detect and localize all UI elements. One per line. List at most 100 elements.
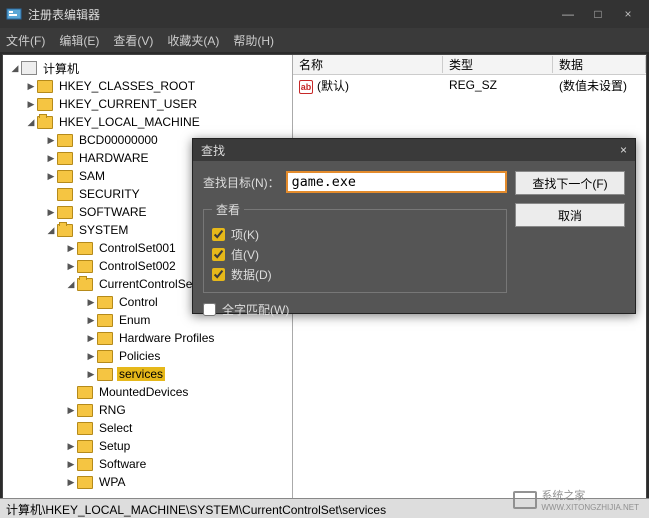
chk-keys-label: 项(K) <box>231 226 259 243</box>
dialog-titlebar[interactable]: 查找 × <box>193 139 635 161</box>
expand-icon[interactable]: ▶ <box>45 135 57 146</box>
tree-control[interactable]: Control <box>117 295 160 309</box>
find-next-button[interactable]: 查找下一个(F) <box>515 171 625 195</box>
collapse-icon[interactable]: ◢ <box>45 225 57 236</box>
folder-icon <box>97 314 113 327</box>
folder-icon <box>97 332 113 345</box>
maximize-button[interactable]: □ <box>583 7 613 21</box>
expand-icon[interactable]: ▶ <box>65 441 77 452</box>
chk-values-label: 值(V) <box>231 246 259 263</box>
tree-hwp[interactable]: Hardware Profiles <box>117 331 216 345</box>
value-data: (数值未设置) <box>553 77 646 94</box>
expand-icon[interactable]: ▶ <box>25 99 37 110</box>
expand-icon[interactable]: ▶ <box>85 369 97 380</box>
look-at-legend: 查看 <box>212 201 244 218</box>
menu-bar: 文件(F) 编辑(E) 查看(V) 收藏夹(A) 帮助(H) <box>0 28 649 52</box>
folder-icon <box>57 206 73 219</box>
col-data[interactable]: 数据 <box>553 56 646 73</box>
chk-data[interactable] <box>212 268 225 281</box>
tree-hkcu[interactable]: HKEY_CURRENT_USER <box>57 97 199 111</box>
tree-hkcr[interactable]: HKEY_CLASSES_ROOT <box>57 79 197 93</box>
chk-values[interactable] <box>212 248 225 261</box>
expand-icon[interactable]: ▶ <box>45 171 57 182</box>
expand-icon[interactable]: ▶ <box>45 153 57 164</box>
tree-cs2[interactable]: ControlSet002 <box>97 259 178 273</box>
minimize-button[interactable]: — <box>553 7 583 21</box>
tree-rng[interactable]: RNG <box>97 403 128 417</box>
expand-icon[interactable]: ▶ <box>65 459 77 470</box>
menu-help[interactable]: 帮助(H) <box>233 32 274 49</box>
expand-icon[interactable]: ▶ <box>25 81 37 92</box>
tree-ccs[interactable]: CurrentControlSet <box>97 277 198 291</box>
window-titlebar: 注册表编辑器 — □ × <box>0 0 649 28</box>
collapse-icon[interactable]: ◢ <box>65 279 77 290</box>
list-row[interactable]: ab (默认) REG_SZ (数值未设置) <box>293 75 646 95</box>
tree-bcd[interactable]: BCD00000000 <box>77 133 160 147</box>
collapse-icon[interactable]: ◢ <box>25 117 37 128</box>
value-name: (默认) <box>317 79 349 93</box>
watermark-logo-icon <box>513 491 537 509</box>
cancel-button[interactable]: 取消 <box>515 203 625 227</box>
folder-icon <box>97 368 113 381</box>
col-name[interactable]: 名称 <box>293 56 443 73</box>
folder-icon <box>77 386 93 399</box>
expand-icon[interactable]: ▶ <box>85 315 97 326</box>
tree-setup[interactable]: Setup <box>97 439 132 453</box>
chk-data-label: 数据(D) <box>231 266 272 283</box>
string-icon: ab <box>299 80 313 94</box>
chk-whole[interactable] <box>203 303 216 316</box>
tree-system[interactable]: SYSTEM <box>77 223 130 237</box>
menu-file[interactable]: 文件(F) <box>6 32 45 49</box>
menu-favorites[interactable]: 收藏夹(A) <box>167 32 219 49</box>
find-target-label: 查找目标(N)： <box>203 174 280 191</box>
folder-icon <box>77 476 93 489</box>
folder-icon <box>97 296 113 309</box>
col-type[interactable]: 类型 <box>443 56 553 73</box>
expand-icon[interactable]: ▶ <box>45 207 57 218</box>
expand-icon[interactable]: ▶ <box>65 405 77 416</box>
expand-icon[interactable]: ◢ <box>9 63 21 74</box>
expand-icon[interactable]: ▶ <box>85 297 97 308</box>
tree-mounted[interactable]: MountedDevices <box>97 385 190 399</box>
tree-software[interactable]: SOFTWARE <box>77 205 149 219</box>
folder-icon <box>37 80 53 93</box>
tree-root[interactable]: 计算机 <box>41 60 81 77</box>
expand-icon[interactable]: ▶ <box>65 477 77 488</box>
find-target-input[interactable] <box>286 171 507 193</box>
tree-hklm[interactable]: HKEY_LOCAL_MACHINE <box>57 115 202 129</box>
tree-select[interactable]: Select <box>97 421 134 435</box>
folder-icon <box>77 404 93 417</box>
computer-icon <box>21 61 37 75</box>
tree-policies[interactable]: Policies <box>117 349 162 363</box>
tree-sam[interactable]: SAM <box>77 169 107 183</box>
menu-edit[interactable]: 编辑(E) <box>59 32 99 49</box>
expand-icon[interactable]: ▶ <box>65 261 77 272</box>
folder-icon <box>77 422 93 435</box>
folder-open-icon <box>57 224 73 237</box>
expand-icon[interactable]: ▶ <box>85 351 97 362</box>
expand-icon[interactable]: ▶ <box>85 333 97 344</box>
folder-icon <box>57 188 73 201</box>
watermark: 系统之家 WWW.XITONGZHIJIA.NET <box>513 487 639 512</box>
tree-cs1[interactable]: ControlSet001 <box>97 241 178 255</box>
tree-services[interactable]: services <box>117 367 165 381</box>
value-type: REG_SZ <box>443 78 553 92</box>
folder-icon <box>77 440 93 453</box>
menu-view[interactable]: 查看(V) <box>113 32 153 49</box>
dialog-close-icon[interactable]: × <box>620 143 627 157</box>
tree-wpa[interactable]: WPA <box>97 475 127 489</box>
window-title: 注册表编辑器 <box>28 6 553 23</box>
folder-icon <box>37 98 53 111</box>
tree-enum[interactable]: Enum <box>117 313 152 327</box>
tree-sw2[interactable]: Software <box>97 457 148 471</box>
watermark-url: WWW.XITONGZHIJIA.NET <box>541 503 639 512</box>
list-header: 名称 类型 数据 <box>293 55 646 75</box>
tree-security[interactable]: SECURITY <box>77 187 142 201</box>
tree-hardware[interactable]: HARDWARE <box>77 151 151 165</box>
chk-keys[interactable] <box>212 228 225 241</box>
folder-icon <box>77 260 93 273</box>
expand-icon[interactable]: ▶ <box>65 243 77 254</box>
dialog-title: 查找 <box>201 142 620 159</box>
folder-icon <box>77 458 93 471</box>
close-button[interactable]: × <box>613 7 643 21</box>
